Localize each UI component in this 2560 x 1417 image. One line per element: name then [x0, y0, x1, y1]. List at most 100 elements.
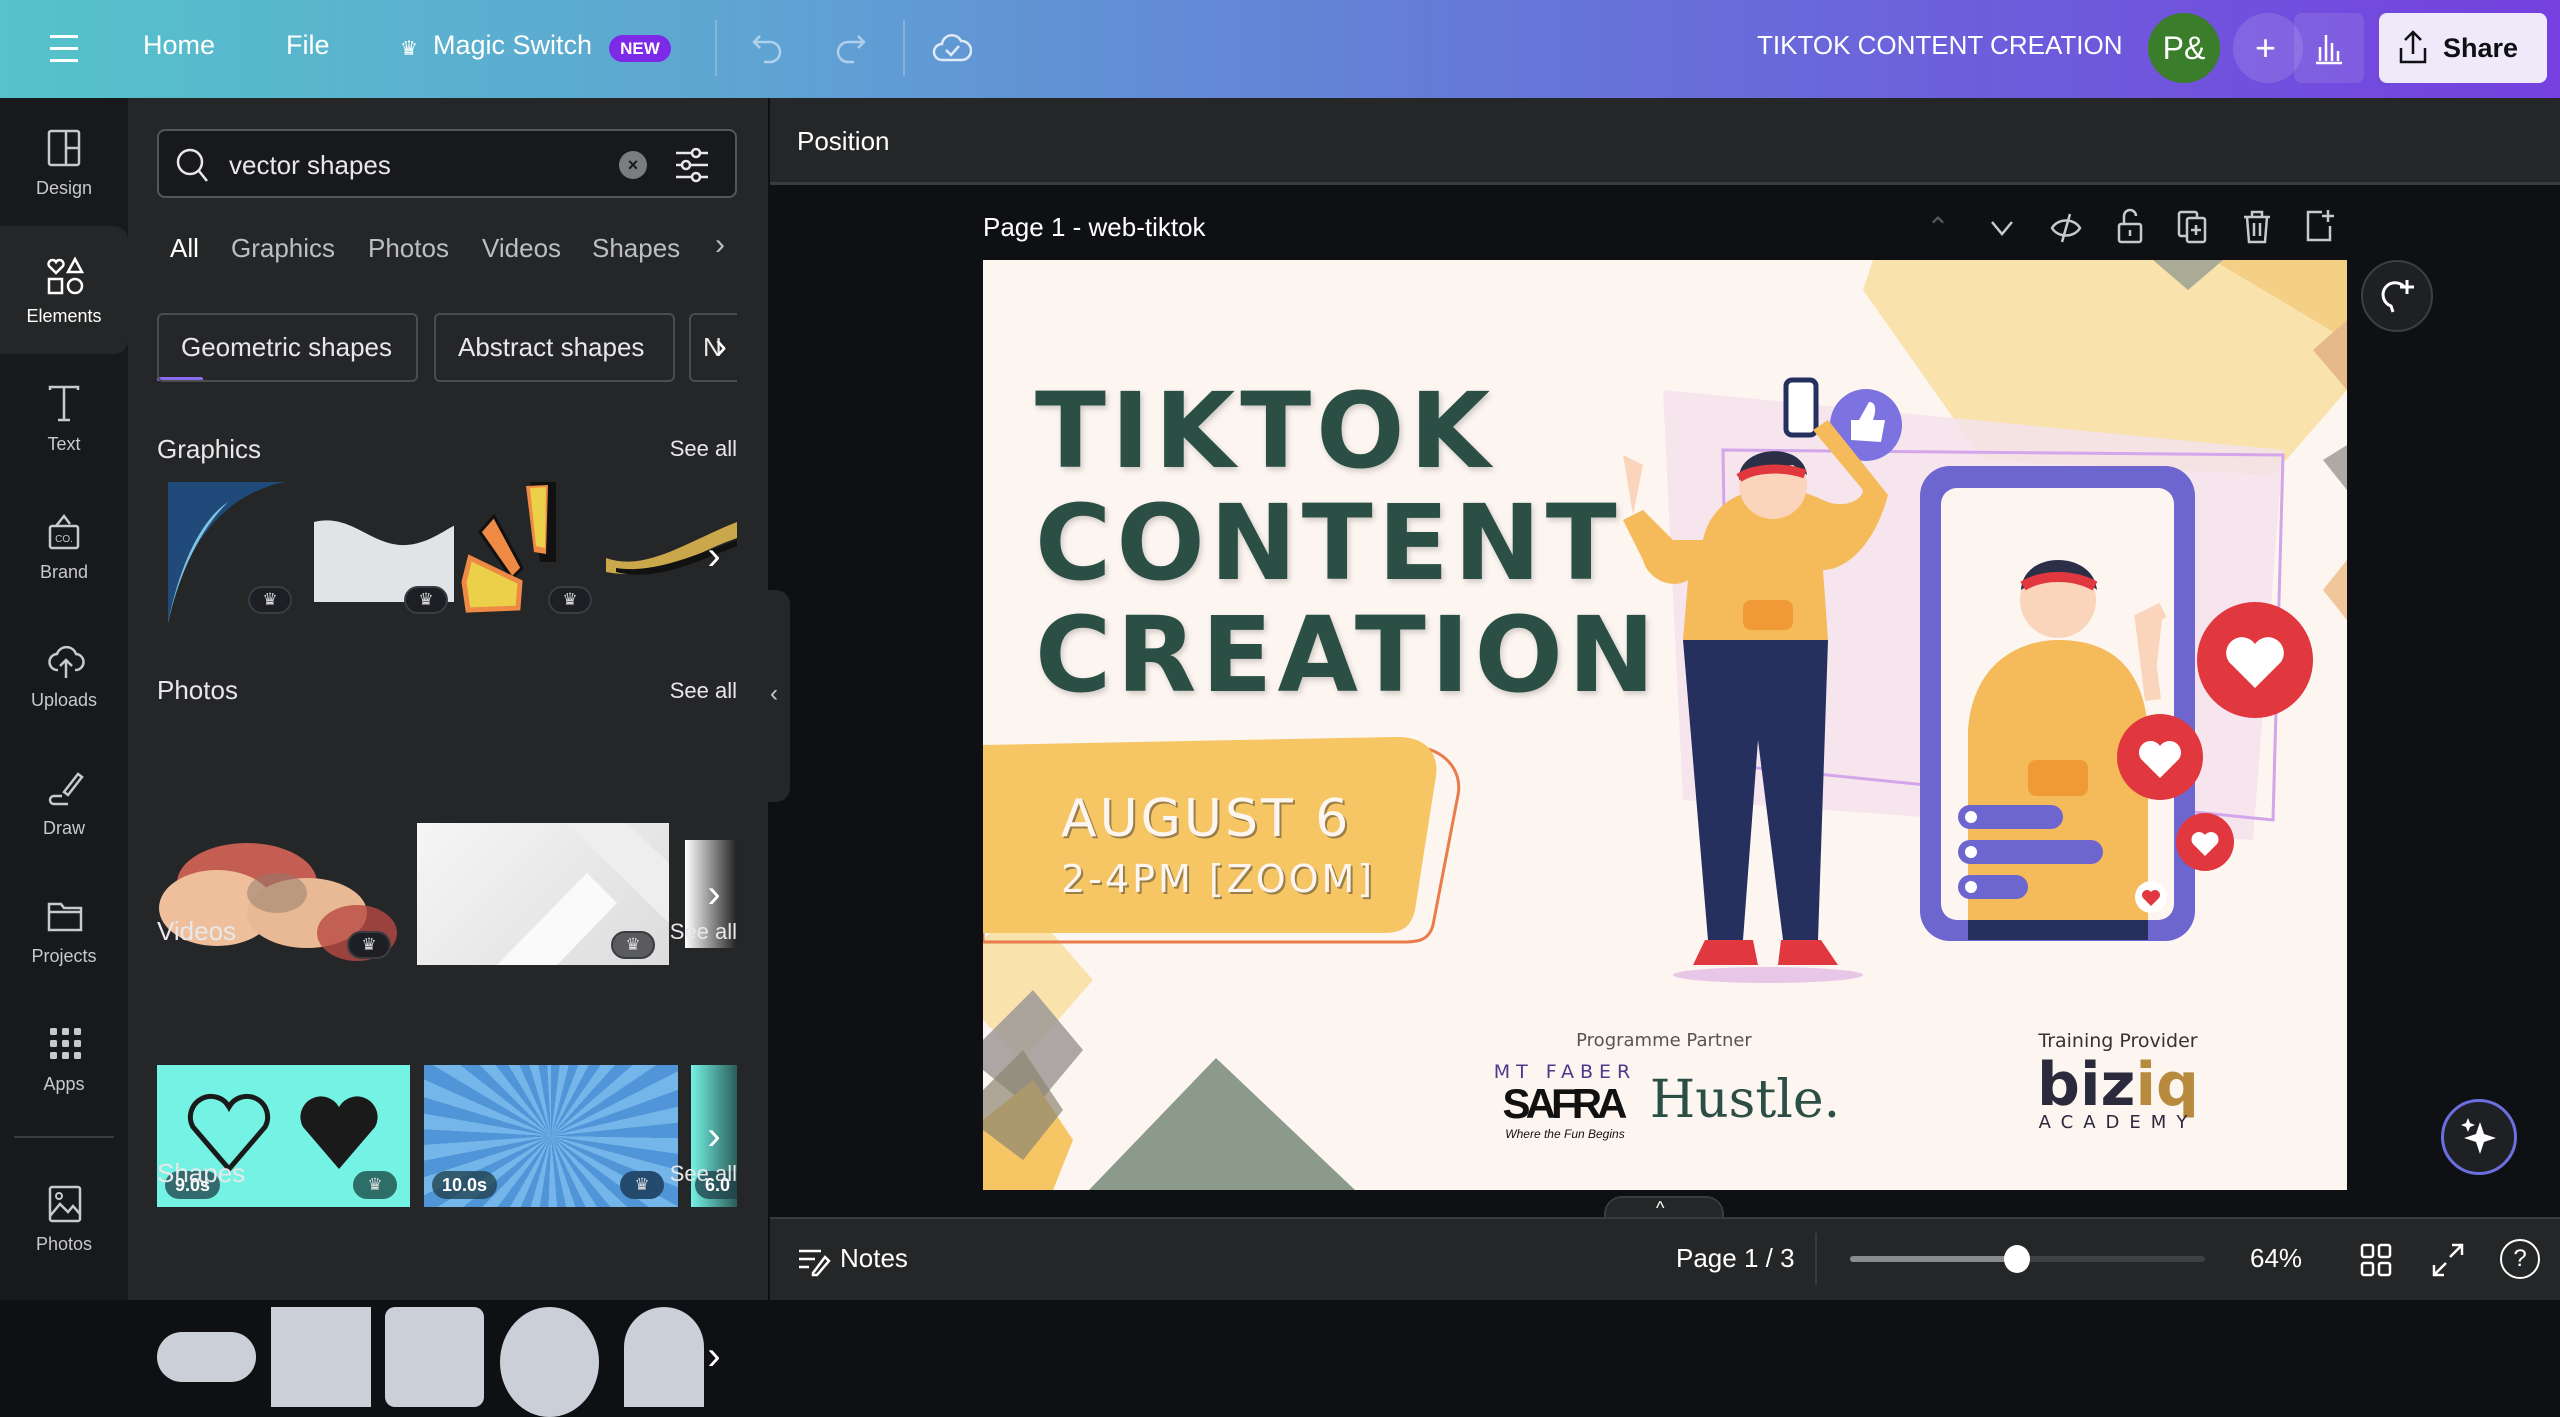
new-badge: NEW [609, 35, 671, 62]
sidebar-item-text[interactable]: Text [0, 354, 128, 482]
sidebar-label: Elements [26, 306, 102, 326]
move-page-down-icon[interactable] [1986, 212, 2018, 244]
see-all-videos[interactable]: See all [670, 919, 737, 945]
zoom-slider[interactable] [1850, 1245, 2205, 1273]
hustle-logo: Hustle. [1650, 1070, 1840, 1130]
sidebar-item-uploads[interactable]: Uploads [0, 610, 128, 738]
document-title[interactable]: TIKTOK CONTENT CREATION [1757, 30, 2122, 61]
file-menu[interactable]: File [286, 30, 330, 61]
sidebar-item-projects[interactable]: Projects [0, 866, 128, 994]
premium-crown-icon: ♛ [248, 586, 292, 614]
divider [1815, 1233, 1817, 1285]
grid-view-icon[interactable] [2358, 1241, 2394, 1279]
redo-icon[interactable] [832, 30, 868, 66]
chip-geometric-shapes[interactable]: Geometric shapes [157, 313, 418, 382]
notes-icon[interactable] [795, 1243, 831, 1279]
sidebar-item-draw[interactable]: Draw [0, 738, 128, 866]
add-collaborator-button[interactable]: + [2233, 13, 2303, 83]
sidebar-label: Text [47, 434, 81, 454]
tab-shapes[interactable]: Shapes [592, 233, 680, 264]
decor-grey-triangle [2323, 445, 2347, 490]
decor-peach-triangle [2323, 560, 2347, 620]
shape-circle[interactable] [500, 1307, 599, 1417]
video-thumb-sunburst[interactable]: 10.0s ♛ [424, 1065, 678, 1207]
shape-pill[interactable] [157, 1332, 256, 1382]
premium-crown-icon: ♛ [548, 586, 592, 614]
position-button[interactable]: Position [797, 126, 890, 157]
premium-crown-icon: ♛ [611, 931, 655, 959]
magic-switch-button[interactable]: Magic Switch [433, 30, 592, 61]
phone-notch [2028, 476, 2098, 488]
sidebar-label: Design [35, 178, 93, 198]
tabs-scroll-right-icon[interactable]: › [715, 228, 725, 262]
page-indicator[interactable]: Page 1 / 3 [1676, 1243, 1795, 1274]
safra-tagline: Where the Fun Begins [1505, 1127, 1624, 1141]
graphic-thumb-burst[interactable]: ♛ [460, 482, 600, 624]
upload-share-icon [2399, 30, 2427, 64]
graphic-thumb-blue-curve[interactable]: ♛ [168, 482, 308, 624]
see-all-photos[interactable]: See all [670, 678, 737, 704]
add-comment-button[interactable] [2361, 260, 2433, 332]
graphic-thumb-wave[interactable]: ♛ [314, 482, 454, 624]
analytics-button[interactable] [2294, 13, 2364, 83]
chip-abstract-shapes[interactable]: Abstract shapes [434, 313, 675, 382]
home-button[interactable]: Home [143, 30, 215, 61]
sidebar-item-design[interactable]: Design [0, 98, 128, 226]
tab-graphics[interactable]: Graphics [231, 233, 335, 264]
share-button[interactable]: Share [2379, 13, 2547, 83]
move-page-up-icon[interactable]: ⌃ [1920, 210, 1956, 246]
sidebar-item-elements[interactable]: Elements [0, 226, 128, 354]
notes-button[interactable]: Notes [840, 1243, 908, 1274]
add-page-icon[interactable] [2302, 206, 2338, 246]
avatar[interactable]: P& [2148, 13, 2220, 83]
zoom-slider-thumb[interactable] [2003, 1245, 2030, 1273]
shape-square[interactable] [271, 1307, 371, 1407]
delete-page-icon[interactable] [2239, 208, 2275, 246]
design-canvas-page[interactable]: TIKTOK CONTENT CREATION AUGUST 6 2-4PM [… [983, 260, 2347, 1190]
shape-rounded-square[interactable] [385, 1307, 484, 1407]
unlock-icon[interactable] [2112, 206, 2148, 246]
duplicate-page-icon[interactable] [2175, 208, 2211, 246]
sidebar-item-apps[interactable]: Apps [0, 994, 128, 1122]
clear-search-icon[interactable]: × [619, 151, 647, 179]
search-icon [176, 148, 208, 182]
tab-all[interactable]: All [170, 233, 199, 264]
sidebar-item-photos[interactable]: Photos [0, 1154, 128, 1282]
shapes-scroll-right-icon[interactable]: › [699, 1326, 729, 1386]
photo-thumb-white-geometric[interactable]: ♛ [417, 823, 669, 965]
design-artwork: TIKTOK CONTENT CREATION AUGUST 6 2-4PM [… [983, 260, 2347, 1190]
hide-page-icon[interactable] [2048, 210, 2084, 246]
menu-icon[interactable] [50, 33, 78, 63]
help-icon[interactable]: ? [2500, 1239, 2540, 1279]
page-title[interactable]: Page 1 - web-tiktok [983, 212, 1206, 243]
shapes-icon [47, 256, 85, 295]
photos-scroll-right-icon[interactable]: › [699, 864, 729, 924]
fullscreen-icon[interactable] [2430, 1241, 2466, 1279]
graphics-scroll-right-icon[interactable]: › [699, 526, 729, 586]
tab-videos[interactable]: Videos [482, 233, 561, 264]
design-date: AUGUST 6 [1061, 789, 1351, 849]
sidebar-item-brand[interactable]: CO. Brand [0, 482, 128, 610]
zoom-percent[interactable]: 64% [2250, 1243, 2302, 1274]
video-duration: 10.0s [432, 1171, 498, 1199]
see-all-shapes[interactable]: See all [670, 1161, 737, 1187]
collapse-panel-handle[interactable]: ‹ [766, 590, 790, 802]
chat-bubble [1958, 840, 2103, 864]
selfie-phone [1783, 377, 1819, 438]
search-input[interactable]: vector shapes × [157, 129, 737, 198]
section-title-photos: Photos [157, 675, 238, 705]
see-all-graphics[interactable]: See all [670, 436, 737, 462]
videos-scroll-right-icon[interactable]: › [699, 1106, 729, 1166]
magic-assistant-button[interactable] [2441, 1099, 2517, 1175]
filter-sliders-icon[interactable] [672, 145, 712, 185]
crown-icon: ♛ [400, 38, 418, 60]
plus-icon: + [2255, 27, 2277, 68]
premium-crown-icon: ♛ [347, 931, 391, 959]
chips-scroll-right-icon[interactable]: › [706, 316, 736, 376]
tab-photos[interactable]: Photos [368, 233, 449, 264]
premium-crown-icon: ♛ [353, 1171, 397, 1199]
apps-grid-icon [50, 1028, 81, 1059]
undo-icon[interactable] [750, 30, 786, 66]
cloud-saved-icon[interactable] [932, 28, 972, 68]
shape-arch[interactable] [624, 1307, 704, 1407]
